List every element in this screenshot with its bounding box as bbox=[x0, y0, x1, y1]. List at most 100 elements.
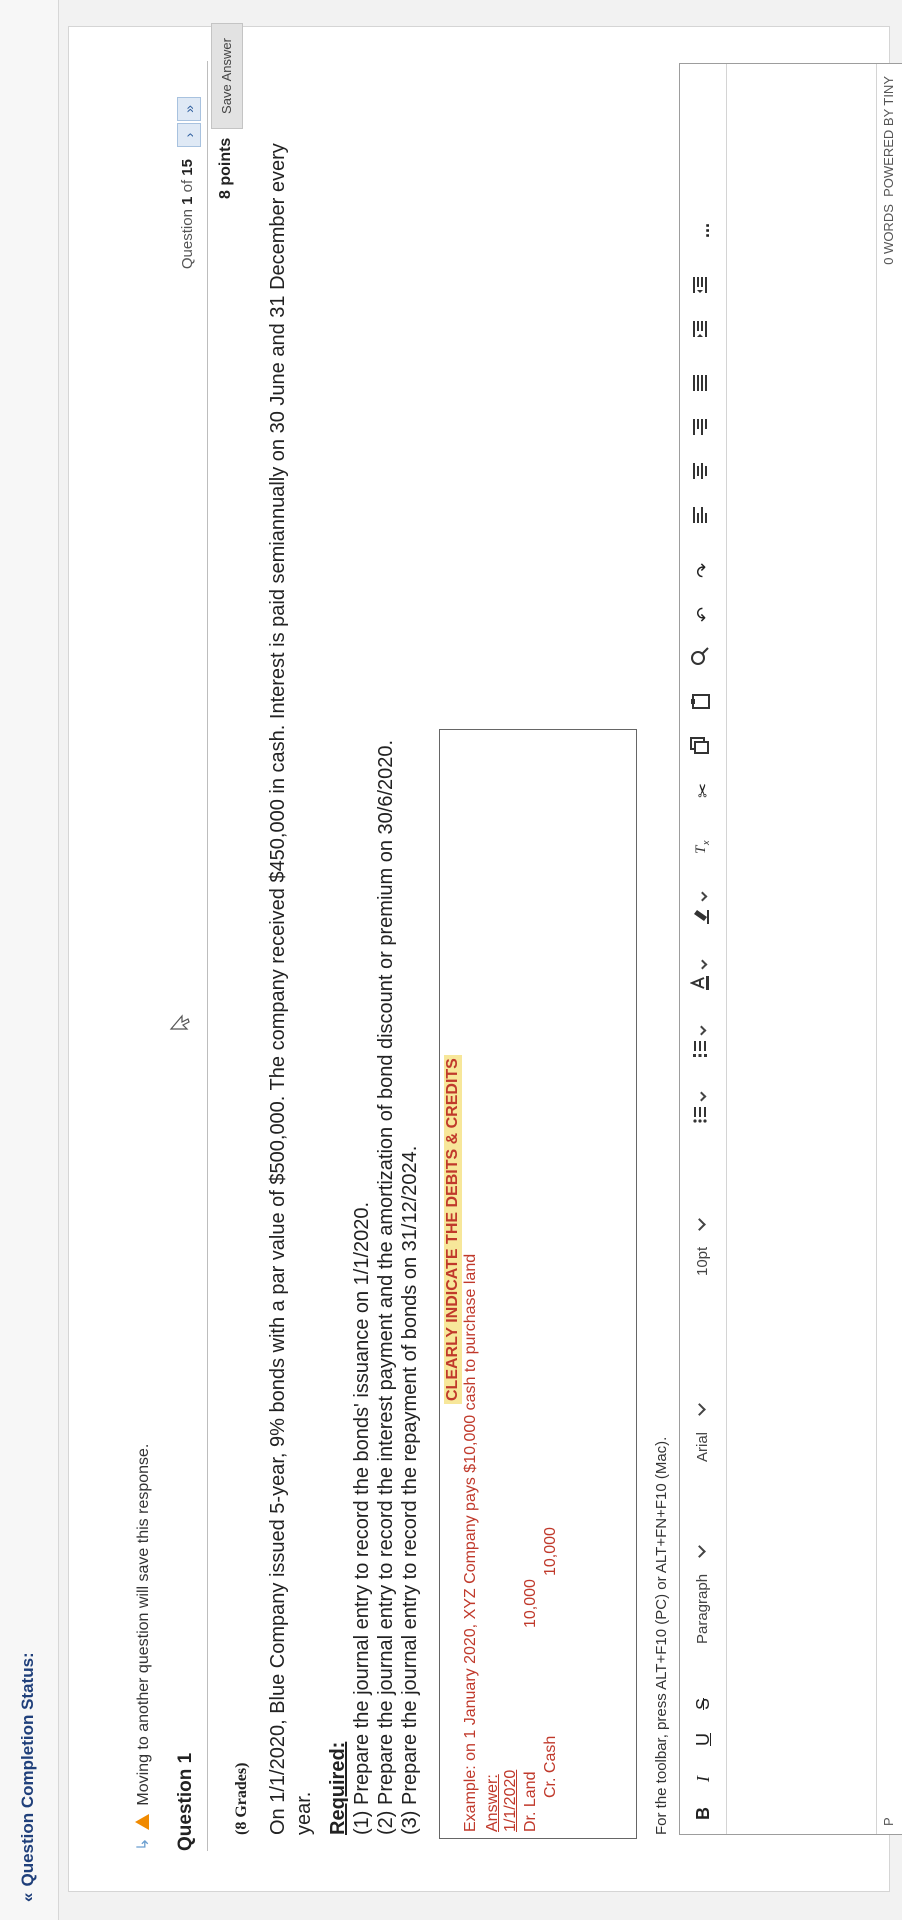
bold-button[interactable]: B bbox=[690, 1807, 716, 1820]
debits-credits-note: CLEARLY INDICATE THE DEBITS & CREDITS bbox=[444, 1055, 462, 1404]
align-justify-button[interactable] bbox=[690, 374, 716, 392]
chevron-down-icon bbox=[693, 1545, 706, 1558]
rotated-canvas: « Question Completion Status: ↳ Moving to … bbox=[0, 0, 902, 1920]
example-debit-amount: 10,000 bbox=[522, 1579, 539, 1628]
svg-text:T: T bbox=[693, 844, 709, 854]
outdent-icon bbox=[693, 277, 707, 293]
chevron-down-icon bbox=[693, 1217, 706, 1231]
undo-icon: ↶ bbox=[693, 606, 713, 622]
cut-button[interactable]: ✂ bbox=[690, 783, 716, 798]
chevron-right-icon: › bbox=[181, 132, 197, 138]
save-notice-text: Moving to another question will save thi… bbox=[135, 1443, 152, 1806]
screen: « Question Completion Status: ↳ Moving to … bbox=[0, 0, 902, 1920]
required-item: (3) Prepare the journal entry to record … bbox=[399, 1145, 421, 1835]
copy-button[interactable] bbox=[690, 736, 716, 754]
font-size-dropdown[interactable]: 10pt bbox=[692, 1217, 714, 1276]
scissors-icon: ✂ bbox=[693, 782, 713, 798]
underline-button[interactable]: U bbox=[690, 1733, 716, 1746]
undo-button[interactable]: ↶ bbox=[690, 607, 716, 622]
align-center-icon bbox=[693, 463, 707, 479]
more-options-button[interactable]: ... bbox=[690, 223, 716, 238]
highlighter-icon bbox=[694, 910, 709, 924]
counter-current: 1 bbox=[179, 196, 196, 205]
example-credit-account: Cr. Cash bbox=[542, 1735, 559, 1798]
powered-by-tiny[interactable]: POWERED BY TINY bbox=[881, 76, 896, 197]
align-left-button[interactable] bbox=[690, 506, 716, 524]
redo-button[interactable]: ↷ bbox=[690, 563, 716, 578]
question-title: Question 1 bbox=[175, 1752, 196, 1851]
clear-formatting-icon: Tx bbox=[693, 840, 711, 854]
rich-text-editor: B I U S Paragraph Arial 10pt Tx ✂ ↶ ↷ ..… bbox=[679, 63, 902, 1835]
next-question-button[interactable]: › bbox=[177, 123, 201, 147]
required-item: (1) Prepare the journal entry to record … bbox=[351, 1201, 373, 1835]
question-grade: (8 Grades) bbox=[233, 1762, 250, 1835]
search-icon bbox=[691, 647, 709, 665]
example-text: Example: on 1 January 2020, XYZ Company … bbox=[462, 1253, 479, 1832]
counter-total: 15 bbox=[179, 159, 196, 176]
align-center-button[interactable] bbox=[690, 462, 716, 480]
text-color-icon bbox=[689, 976, 709, 990]
strikethrough-button[interactable]: S bbox=[690, 1698, 716, 1710]
chevron-double-right-icon: » bbox=[181, 105, 197, 113]
chevron-double-down-icon: « bbox=[18, 1892, 37, 1902]
numbered-list-icon bbox=[693, 1041, 707, 1057]
align-right-icon bbox=[693, 419, 707, 435]
chevron-down-icon bbox=[697, 891, 708, 902]
example-answer-label: Answer: bbox=[484, 1774, 501, 1832]
editor-toolbar: B I U S Paragraph Arial 10pt Tx ✂ ↶ ↷ ..… bbox=[680, 64, 727, 1834]
align-left-icon bbox=[693, 507, 707, 523]
numbered-list-button[interactable] bbox=[690, 1025, 716, 1058]
outdent-button[interactable] bbox=[690, 276, 716, 294]
word-count-value: 0 WORDS bbox=[881, 204, 896, 265]
status-title: Question Completion Status: bbox=[18, 1652, 37, 1887]
redo-icon: ↷ bbox=[693, 562, 713, 578]
answer-text-area[interactable] bbox=[726, 64, 876, 1834]
paste-button[interactable] bbox=[690, 692, 716, 710]
toolbar-hint: For the toolbar, press ALT+F10 (PC) or A… bbox=[653, 1436, 670, 1835]
example-credit-amount: 10,000 bbox=[542, 1527, 559, 1576]
save-answer-button[interactable]: Save Answer bbox=[211, 23, 243, 129]
find-replace-button[interactable] bbox=[690, 646, 716, 666]
bullet-list-icon bbox=[693, 1107, 707, 1123]
block-format-dropdown[interactable]: Paragraph bbox=[692, 1545, 714, 1644]
align-justify-icon bbox=[693, 375, 707, 391]
example-box: CLEARLY INDICATE THE DEBITS & CREDITS Ex… bbox=[439, 729, 637, 1839]
required-title: Required: bbox=[327, 1741, 349, 1835]
highlight-color-button[interactable] bbox=[690, 891, 716, 926]
indent-button[interactable] bbox=[690, 320, 716, 338]
warning-icon bbox=[135, 1813, 149, 1830]
font-family-dropdown[interactable]: Arial bbox=[692, 1403, 714, 1462]
question-header: Question 1 Question 1 of 15 › » bbox=[169, 61, 208, 1851]
chevron-down-icon bbox=[696, 1025, 707, 1036]
element-path[interactable]: P bbox=[881, 1817, 896, 1826]
word-count: 0 WORDS POWERED BY TINY bbox=[881, 76, 896, 265]
question-counter: Question 1 of 15 bbox=[179, 159, 196, 269]
mouse-pointer-icon bbox=[169, 1013, 196, 1031]
example-debit-account: Dr. Land bbox=[522, 1771, 539, 1832]
italic-button[interactable]: I bbox=[690, 1776, 716, 1782]
counter-prefix: Question bbox=[179, 204, 196, 270]
paste-icon bbox=[691, 694, 710, 709]
bullet-list-button[interactable] bbox=[690, 1091, 716, 1124]
copy-icon bbox=[690, 737, 709, 754]
arrow-return-icon: ↳ bbox=[135, 1837, 152, 1851]
block-format-value: Paragraph bbox=[694, 1573, 711, 1644]
question-completion-status-toggle[interactable]: « Question Completion Status: bbox=[18, 1652, 38, 1902]
clear-formatting-button[interactable]: Tx bbox=[690, 836, 716, 856]
status-bar: « Question Completion Status: bbox=[0, 0, 59, 1920]
chevron-down-icon bbox=[696, 1091, 707, 1102]
align-right-button[interactable] bbox=[690, 418, 716, 436]
indent-icon bbox=[693, 321, 707, 337]
chevron-down-icon bbox=[693, 1403, 706, 1416]
question-points: 8 points bbox=[217, 137, 234, 199]
editor-status-bar: P 0 WORDS POWERED BY TINY bbox=[876, 64, 902, 1834]
font-size-value: 10pt bbox=[694, 1246, 711, 1276]
required-item: (2) Prepare the journal entry to record … bbox=[375, 739, 397, 1835]
chevron-down-icon bbox=[697, 959, 708, 970]
text-color-button[interactable] bbox=[689, 959, 716, 992]
example-date: 1/1/2020 bbox=[502, 1769, 519, 1832]
question-card: ↳ Moving to another question will save th… bbox=[68, 23, 902, 1892]
save-notice: ↳ Moving to another question will save th… bbox=[133, 1444, 153, 1851]
counter-of: of bbox=[179, 175, 196, 197]
last-question-button[interactable]: » bbox=[177, 97, 201, 121]
